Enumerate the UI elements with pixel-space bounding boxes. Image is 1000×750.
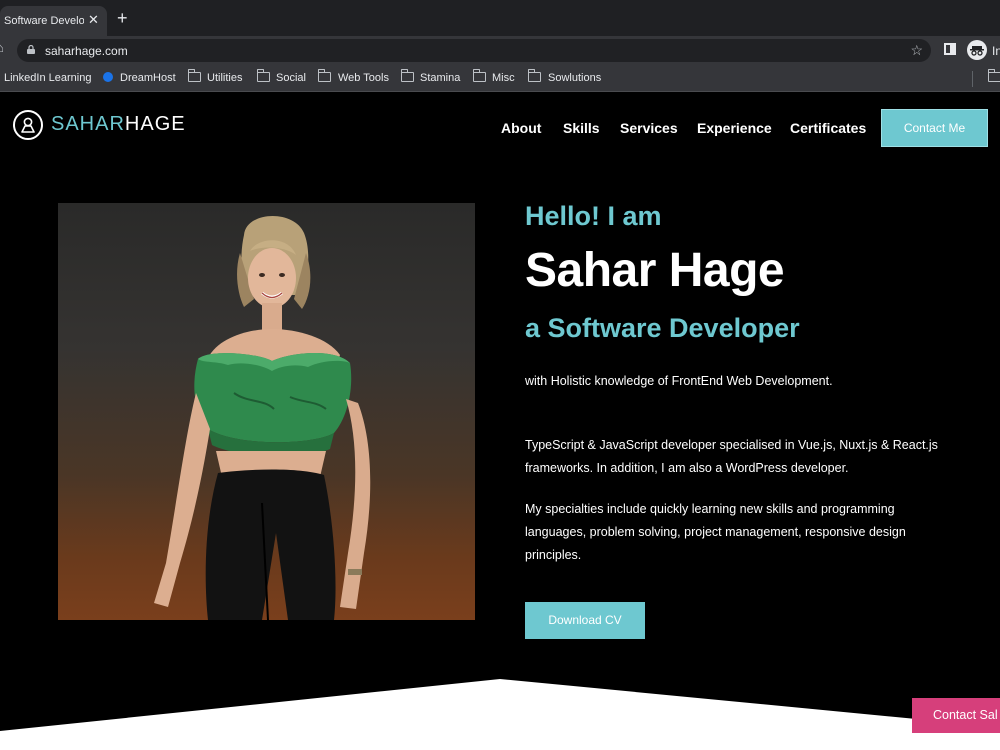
dreamhost-icon bbox=[103, 72, 113, 82]
nav-experience[interactable]: Experience bbox=[697, 120, 772, 136]
nav-certificates[interactable]: Certificates bbox=[790, 120, 866, 136]
home-icon[interactable]: ⌂ bbox=[0, 40, 4, 55]
bookmark-social[interactable]: Social bbox=[276, 72, 306, 84]
profile-label[interactable]: In bbox=[992, 44, 1000, 58]
bookmarks-bar: LinkedIn Learning DreamHost Utilities So… bbox=[0, 65, 1000, 92]
new-tab-icon[interactable]: + bbox=[117, 9, 128, 27]
folder-icon bbox=[527, 69, 541, 82]
bookmark-stamina[interactable]: Stamina bbox=[420, 72, 460, 84]
browser-toolbar: ⌂ saharhage.com ☆ In bbox=[0, 36, 1000, 65]
folder-icon bbox=[400, 69, 414, 82]
bookmark-linkedin-learning[interactable]: LinkedIn Learning bbox=[4, 72, 91, 84]
download-cv-button[interactable]: Download CV bbox=[525, 602, 645, 639]
lock-icon bbox=[27, 45, 35, 54]
floating-contact-button[interactable]: Contact Sal bbox=[912, 698, 1000, 733]
bookmark-utilities[interactable]: Utilities bbox=[207, 72, 242, 84]
nav-about[interactable]: About bbox=[501, 120, 541, 136]
bookmark-star-icon[interactable]: ☆ bbox=[910, 42, 923, 59]
hero-name: Sahar Hage bbox=[525, 244, 785, 297]
browser-tab-bar: Software Develop ✕ + bbox=[0, 0, 1000, 36]
bookmarks-divider bbox=[972, 71, 973, 87]
website-page: SAHARHAGE About Skills Services Experien… bbox=[0, 93, 1000, 750]
incognito-icon[interactable] bbox=[967, 40, 987, 60]
bookmark-misc[interactable]: Misc bbox=[492, 72, 515, 84]
hero-specialties-text: My specialties include quickly learning … bbox=[525, 502, 906, 562]
browser-tab[interactable]: Software Develop ✕ bbox=[0, 6, 107, 36]
nav-services[interactable]: Services bbox=[620, 120, 678, 136]
profile-photo bbox=[58, 203, 475, 620]
folder-icon bbox=[187, 69, 201, 82]
hero-intro-text: with Holistic knowledge of FrontEnd Web … bbox=[525, 374, 833, 388]
site-logo[interactable]: SAHARHAGE bbox=[51, 113, 186, 136]
close-tab-icon[interactable]: ✕ bbox=[88, 12, 99, 28]
folder-icon bbox=[317, 69, 331, 82]
url-text: saharhage.com bbox=[45, 44, 128, 58]
logo-last-name: HAGE bbox=[124, 113, 186, 135]
tab-title: Software Develop bbox=[4, 15, 84, 27]
hero-role: a Software Developer bbox=[525, 313, 800, 343]
address-bar[interactable]: saharhage.com ☆ bbox=[17, 39, 931, 62]
hero-greeting: Hello! I am bbox=[525, 201, 662, 231]
hero-skills-text: TypeScript & JavaScript developer specia… bbox=[525, 438, 938, 475]
folder-icon bbox=[472, 69, 486, 82]
other-bookmarks-folder-icon[interactable] bbox=[987, 69, 1000, 82]
nav-skills[interactable]: Skills bbox=[563, 120, 600, 136]
bookmark-web-tools[interactable]: Web Tools bbox=[338, 72, 389, 84]
bookmark-sowlutions[interactable]: Sowlutions bbox=[548, 72, 601, 84]
bookmark-dreamhost[interactable]: DreamHost bbox=[120, 72, 176, 84]
logo-avatar-icon[interactable] bbox=[13, 110, 43, 140]
folder-icon bbox=[256, 69, 270, 82]
side-panel-icon[interactable] bbox=[944, 43, 956, 55]
logo-first-name: SAHAR bbox=[51, 113, 125, 135]
contact-me-button[interactable]: Contact Me bbox=[881, 109, 988, 147]
section-divider-shape bbox=[0, 679, 1000, 750]
